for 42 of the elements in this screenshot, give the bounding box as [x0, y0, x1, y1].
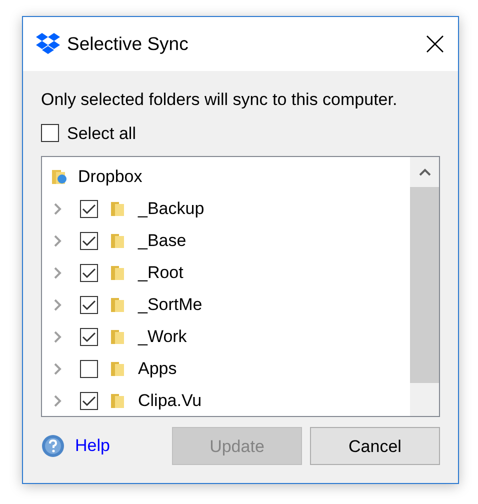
expand-icon[interactable] — [54, 203, 62, 215]
expand-icon[interactable] — [54, 331, 62, 343]
tree-item[interactable]: Apps — [138, 356, 177, 382]
folder-icon — [111, 201, 125, 217]
folder-icon — [111, 393, 125, 409]
folder-checkbox[interactable] — [80, 200, 98, 218]
scroll-thumb[interactable] — [410, 187, 439, 383]
folder-icon — [111, 233, 125, 249]
help-icon — [41, 434, 65, 458]
select-all-label: Select all — [67, 122, 136, 144]
instruction-text: Only selected folders will sync to this computer. — [41, 89, 398, 111]
folder-icon — [111, 297, 125, 313]
expand-icon[interactable] — [54, 363, 62, 375]
folder-checkbox[interactable] — [80, 232, 98, 250]
expand-icon[interactable] — [54, 299, 62, 311]
tree-item[interactable]: _Work — [138, 324, 187, 350]
dialog-button[interactable]: Cancel — [310, 427, 440, 465]
folder-checkbox[interactable] — [80, 392, 98, 410]
window-title: Selective Sync — [67, 32, 190, 56]
dropbox-logo — [35, 33, 61, 55]
scroll-up-icon[interactable] — [418, 168, 430, 176]
folder-icon — [111, 329, 125, 345]
select-all-checkbox[interactable] — [41, 124, 59, 142]
folder-icon — [111, 361, 125, 377]
tree-item[interactable]: _Root — [138, 260, 184, 286]
tree-item[interactable]: Dropbox — [78, 164, 142, 190]
close-button[interactable] — [424, 33, 446, 55]
folder-checkbox[interactable] — [80, 296, 98, 314]
folder-checkbox[interactable] — [80, 264, 98, 282]
folder-checkbox[interactable] — [80, 360, 98, 378]
help-link[interactable]: Help — [75, 433, 110, 459]
scrollbar[interactable] — [410, 157, 439, 416]
expand-icon[interactable] — [54, 267, 62, 279]
expand-icon[interactable] — [54, 235, 62, 247]
tree-item[interactable]: _Base — [138, 228, 186, 254]
tree-item[interactable]: Clipa.Vu — [138, 388, 202, 414]
folder-checkbox[interactable] — [80, 328, 98, 346]
tree-item[interactable]: _Backup — [138, 196, 204, 222]
folder-icon — [111, 265, 125, 281]
tree-item[interactable]: _SortMe — [138, 292, 202, 318]
dropbox-folder-icon — [52, 169, 68, 185]
expand-icon[interactable] — [54, 395, 62, 407]
